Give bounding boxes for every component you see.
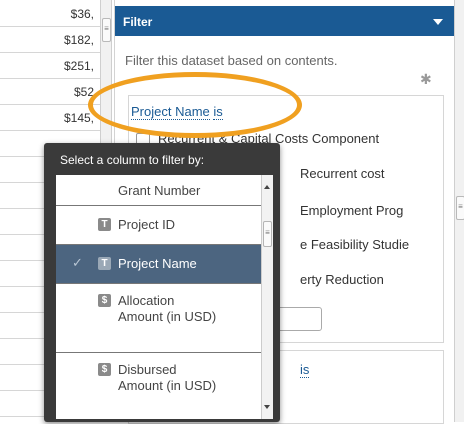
chevron-down-icon[interactable] bbox=[433, 19, 443, 25]
second-filter-operator-link[interactable]: is bbox=[300, 362, 310, 378]
filter-option-label: Employment Prog bbox=[300, 203, 404, 218]
table-row[interactable]: $52 bbox=[0, 78, 100, 105]
column-option-label: Allocation Amount (in USD) bbox=[118, 293, 217, 324]
amount-cell: $145, bbox=[63, 111, 94, 125]
money-type-icon: $ bbox=[98, 294, 111, 307]
checkmark-icon: ✓ bbox=[72, 255, 83, 270]
column-option-disbursed-amount[interactable]: $ Disbursed Amount (in USD) bbox=[56, 353, 261, 419]
column-option-label: Grant Number bbox=[118, 183, 201, 198]
scroll-thumb[interactable]: ≡ bbox=[263, 221, 272, 247]
filter-option-label: Recurrent cost bbox=[300, 166, 385, 181]
column-option-label: Project Name bbox=[118, 256, 197, 271]
amount-cell: $182, bbox=[63, 33, 94, 47]
column-option-grant-number[interactable]: Grant Number bbox=[56, 175, 261, 206]
table-row[interactable]: $182, bbox=[0, 26, 100, 53]
table-row[interactable]: $36, bbox=[0, 0, 100, 27]
table-row[interactable]: $251, bbox=[0, 52, 100, 79]
filter-option[interactable]: Employment Prog bbox=[300, 203, 403, 218]
column-option-project-name[interactable]: ✓ T Project Name bbox=[56, 245, 261, 284]
panel-description: Filter this dataset based on contents. bbox=[125, 53, 338, 68]
amount-cell: $36, bbox=[70, 7, 94, 21]
dropdown-scrollbar[interactable]: ≡ bbox=[261, 175, 273, 419]
dropdown-title: Select a column to filter by: bbox=[60, 153, 205, 167]
filter-option-label: e Feasibility Studie bbox=[300, 237, 410, 252]
column-option-label: Disbursed Amount (in USD) bbox=[118, 362, 217, 393]
filter-option[interactable]: Recurrent cost bbox=[300, 166, 385, 181]
column-option-label: Project ID bbox=[118, 217, 176, 232]
panel-scrollbar[interactable]: ≡ bbox=[454, 0, 464, 422]
column-list: Grant Number T Project ID ✓ T Project Na… bbox=[56, 175, 272, 419]
highlight-ellipse bbox=[88, 72, 302, 138]
filter-panel-header[interactable]: Filter bbox=[115, 6, 455, 36]
scroll-up-icon[interactable] bbox=[264, 185, 270, 189]
filter-option-label: erty Reduction bbox=[300, 272, 384, 287]
column-selector-dropdown: Select a column to filter by: Grant Numb… bbox=[44, 143, 280, 422]
column-option-allocation-amount[interactable]: $ Allocation Amount (in USD) bbox=[56, 284, 261, 353]
scroll-down-icon[interactable] bbox=[264, 405, 270, 409]
amount-cell: $251, bbox=[63, 59, 94, 73]
gear-icon[interactable]: ✱ bbox=[420, 72, 434, 86]
panel-title: Filter bbox=[123, 15, 153, 29]
column-option-project-id[interactable]: T Project ID bbox=[56, 206, 261, 245]
text-type-icon: T bbox=[98, 257, 111, 270]
filter-option[interactable]: e Feasibility Studie bbox=[300, 237, 409, 252]
table-row[interactable]: $145, bbox=[0, 104, 100, 131]
drag-grip-icon[interactable]: ≡ bbox=[102, 18, 111, 42]
drag-grip-icon[interactable]: ≡ bbox=[456, 196, 464, 220]
text-type-icon: T bbox=[98, 218, 111, 231]
money-type-icon: $ bbox=[98, 363, 111, 376]
filter-option[interactable]: erty Reduction bbox=[300, 272, 384, 287]
